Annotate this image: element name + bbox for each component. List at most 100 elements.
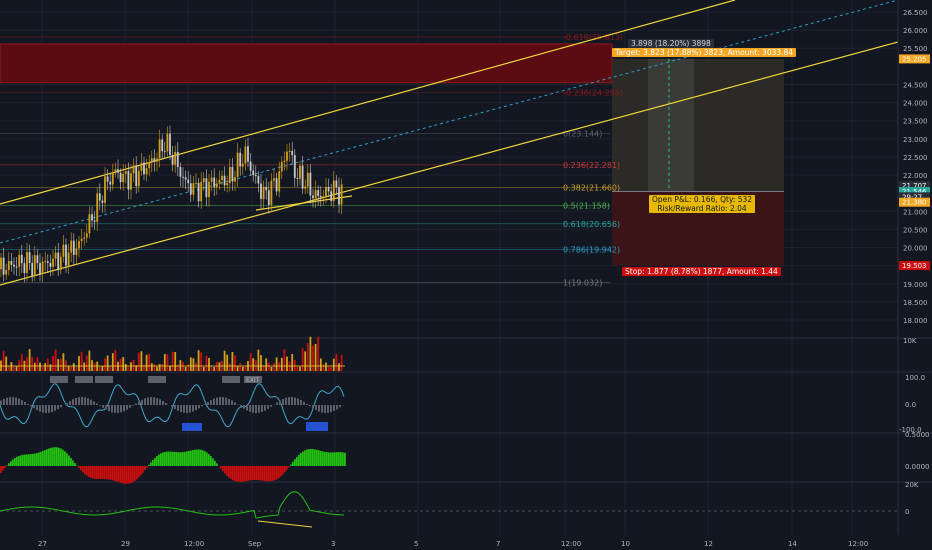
candle-body: [293, 155, 296, 178]
oscillator-bar: [6, 397, 8, 405]
histogram-bar: [248, 466, 250, 481]
histogram-bar: [232, 466, 234, 481]
histogram-bar: [78, 466, 80, 469]
volume-bar: [202, 366, 205, 371]
candle-body: [106, 176, 109, 182]
histogram-bar: [198, 449, 200, 466]
volume-bar: [278, 362, 281, 371]
volume-bar: [275, 357, 278, 371]
oscillator-bar: [198, 405, 200, 409]
histogram-bar: [298, 454, 300, 466]
candle-body: [124, 171, 127, 174]
volume-bar: [70, 366, 73, 371]
histogram-bar: [254, 466, 256, 480]
histogram-bar: [312, 449, 314, 466]
chart-canvas[interactable]: -0.618(25.813)-0.236(24.285)0(23.144)0.2…: [0, 0, 932, 550]
histogram-bar: [142, 466, 144, 473]
candle-body: [327, 186, 330, 192]
candle-body: [137, 170, 140, 187]
volume-bar: [49, 364, 52, 371]
price-tick-label: 23.500: [903, 118, 928, 126]
oscillator-bar: [213, 398, 215, 405]
candle-body: [221, 175, 223, 181]
candle-body: [187, 179, 190, 184]
candle-body: [2, 257, 5, 275]
histogram-bar: [166, 451, 168, 466]
candle-body: [304, 186, 307, 189]
oscillator-bar: [156, 397, 158, 405]
time-axis-label: 29: [121, 540, 130, 548]
histogram-bar: [256, 466, 258, 481]
candle-body: [231, 166, 234, 182]
volume-bar: [228, 363, 231, 371]
volume-bar: [59, 358, 62, 371]
oscillator-bar: [96, 403, 98, 405]
volume-bar: [195, 362, 197, 371]
candle-body: [340, 184, 343, 205]
volume-bar: [325, 362, 327, 371]
oscillator-bar: [69, 400, 71, 405]
volume-bar: [41, 366, 44, 371]
trend-line: [255, 195, 353, 211]
candle-body: [213, 177, 216, 188]
range-label: 3.898 (18.20%) 3898: [628, 39, 714, 48]
histogram-bar: [30, 454, 32, 466]
histogram-bar: [132, 466, 134, 483]
candle-body: [288, 150, 291, 152]
candle-body: [283, 160, 286, 162]
oscillator-bar: [231, 400, 233, 405]
oscillator-bar: [279, 400, 281, 405]
volume-bar: [249, 353, 252, 371]
stop-label[interactable]: Stop: 1.877 (8.78%) 1877, Amount: 1.44: [622, 267, 781, 276]
volume-bar: [332, 358, 335, 371]
oscillator-bar: [42, 405, 44, 413]
histogram-bar: [184, 451, 186, 466]
candle-body: [239, 152, 242, 167]
oscillator-bar: [60, 405, 62, 408]
candle-body: [338, 187, 340, 205]
histogram-bar: [164, 451, 166, 466]
candle-body: [161, 139, 164, 152]
oscillator-bar: [258, 405, 260, 413]
volume-bar: [312, 345, 314, 371]
price-tick-label: 20.000: [903, 245, 928, 253]
volume-bar: [213, 366, 216, 371]
oscillator-badge: [222, 376, 240, 383]
volume-bar: [257, 349, 260, 371]
target-label[interactable]: Target: 3.823 (17.88%) 3823, Amount: 303…: [612, 48, 797, 57]
histogram-bar: [330, 452, 332, 466]
time-axis-label: 12:00: [848, 540, 868, 548]
candle-body: [270, 180, 273, 205]
histogram-bar: [188, 450, 190, 466]
histogram-bar: [10, 461, 12, 466]
candle-body: [265, 186, 268, 191]
histogram-bar: [60, 448, 62, 466]
volume-bar: [187, 364, 190, 371]
candle-body: [93, 220, 96, 222]
candle-body: [80, 238, 83, 242]
oscillator-bar: [78, 397, 80, 405]
histogram-bar: [46, 449, 48, 466]
histogram-bar: [302, 451, 304, 466]
oscillator-bar: [285, 397, 287, 405]
histogram-bar: [56, 447, 58, 466]
volume-bar: [153, 364, 156, 371]
volume-bar: [241, 366, 244, 371]
open-pl-label[interactable]: Open P&L: 0.166, Qty: 532 Risk/Reward Ra…: [649, 195, 756, 213]
candle-body: [280, 161, 283, 172]
volume-bar: [62, 353, 65, 371]
histogram-bar: [170, 451, 172, 466]
histogram-bar: [120, 466, 122, 483]
histogram-bar: [258, 466, 260, 481]
volume-bar: [210, 365, 213, 371]
candle-body: [52, 258, 54, 267]
histogram-bar: [168, 451, 170, 466]
candle-body: [111, 172, 114, 185]
histogram-bar: [20, 455, 22, 466]
candle-body: [33, 255, 36, 277]
volume-bar: [236, 366, 239, 371]
histogram-bar: [52, 447, 54, 466]
oscillator-bar: [27, 404, 29, 405]
oscillator-bar: [177, 405, 179, 411]
histogram-bar: [128, 466, 130, 484]
